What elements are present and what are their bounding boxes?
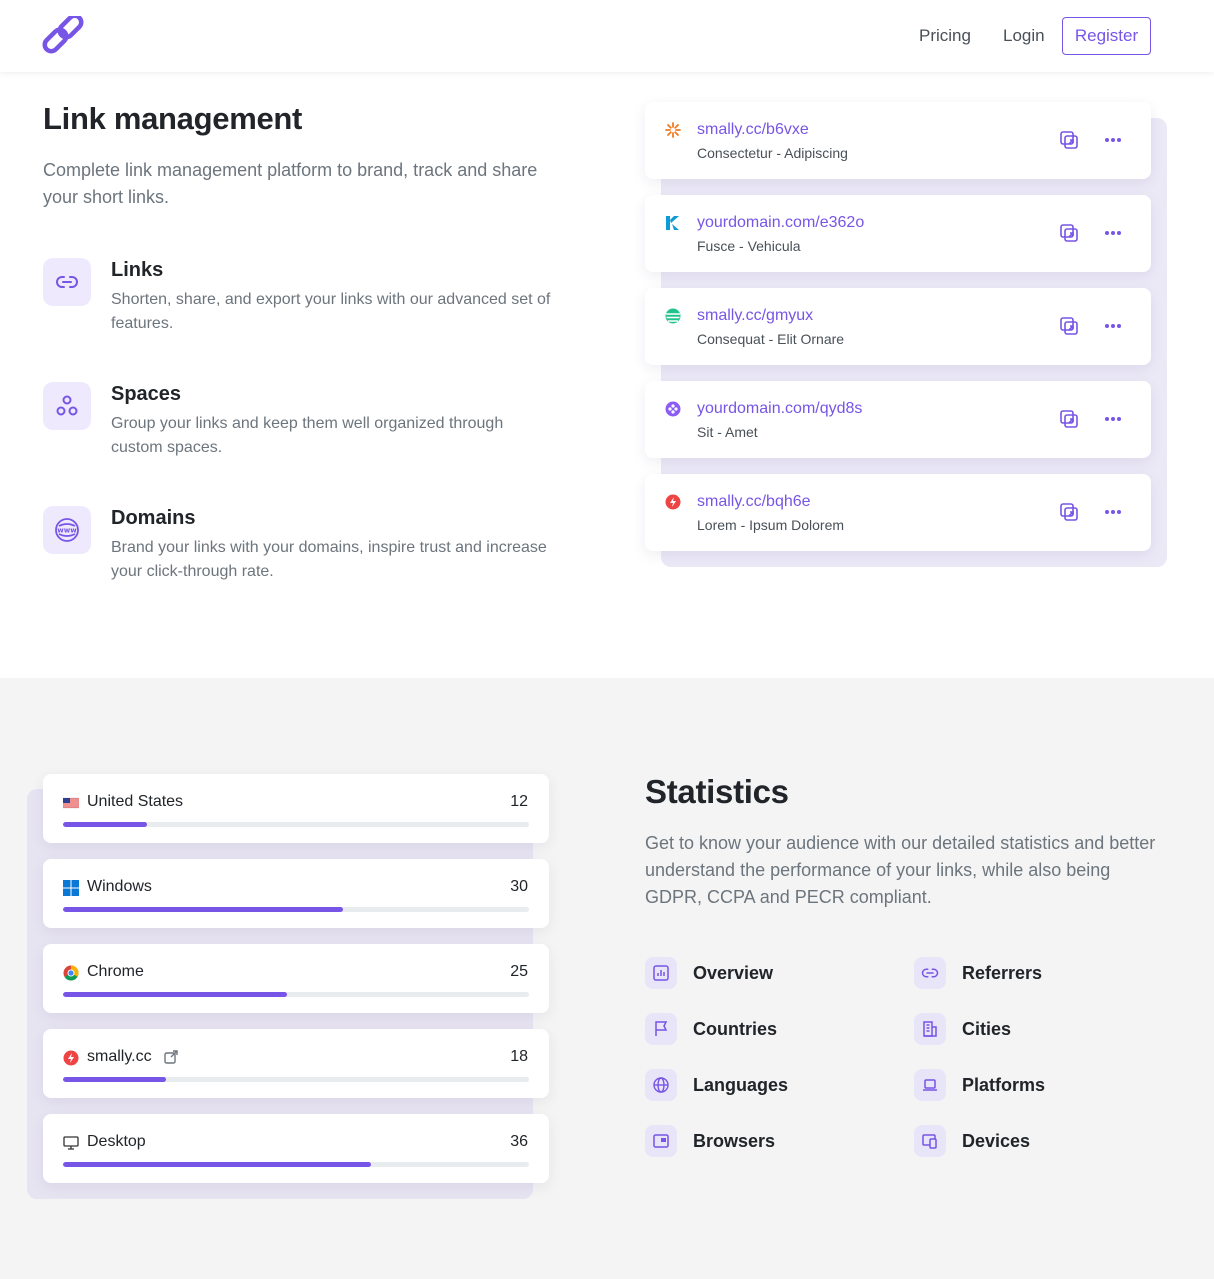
statistics-description: Get to know your audience with our detai…	[645, 833, 1156, 907]
link-subtitle: Fusce - Vehicula	[697, 238, 801, 254]
stat-feature-label: Devices	[962, 1131, 1031, 1151]
stat-feature-label: Browsers	[693, 1131, 776, 1151]
link-icon	[914, 957, 946, 989]
short-link-url[interactable]: smally.cc/gmyux	[697, 307, 813, 325]
stat-name: Chrome	[87, 963, 144, 980]
stat-row-country: United States 12	[43, 774, 549, 843]
www-icon: www	[43, 506, 91, 554]
more-options-icon[interactable]	[1103, 409, 1123, 429]
stat-progress-track	[63, 822, 529, 827]
windows-icon	[63, 880, 79, 896]
stat-value: 30	[510, 878, 528, 895]
link-subtitle: Consequat - Elit Ornare	[697, 331, 845, 347]
stat-feature-label: Overview	[693, 963, 774, 983]
stat-value: 36	[510, 1133, 528, 1150]
link-card[interactable]: smally.cc/gmyux Consequat - Elit Ornare	[645, 288, 1151, 365]
link-management-title: Link management	[43, 101, 303, 136]
copy-icon[interactable]	[1059, 502, 1079, 522]
link-card[interactable]: smally.cc/bqh6e Lorem - Ipsum Dolorem	[645, 474, 1151, 551]
stat-name: Windows	[87, 878, 152, 895]
short-link-url[interactable]: smally.cc/b6vxe	[697, 121, 809, 139]
external-link-icon[interactable]	[164, 1050, 178, 1064]
feature-title: Links	[111, 259, 164, 281]
stat-feature-label: Cities	[962, 1019, 1012, 1039]
feature-text: Group your links and keep them well orga…	[111, 415, 504, 456]
site-header: Pricing Login Register	[0, 0, 1214, 72]
stat-row-browser: Chrome 25	[43, 944, 549, 1013]
stat-progress-track	[63, 992, 529, 997]
more-options-icon[interactable]	[1103, 130, 1123, 150]
stat-name: Desktop	[87, 1133, 146, 1150]
nav-login-link[interactable]: Login	[1003, 26, 1045, 46]
link-card[interactable]: yourdomain.com/qyd8s Sit - Amet	[645, 381, 1151, 458]
stat-progress-track	[63, 1162, 529, 1167]
link-subtitle: Consectetur - Adipiscing	[697, 145, 848, 161]
stat-row-referrer: smally.cc 18	[43, 1029, 549, 1098]
feature-text: Shorten, share, and export your links wi…	[111, 291, 551, 332]
stat-name: smally.cc	[87, 1048, 152, 1065]
desktop-icon	[63, 1135, 79, 1151]
orange-burst-icon	[665, 122, 681, 138]
globe-icon	[645, 1069, 677, 1101]
register-button[interactable]: Register	[1062, 17, 1151, 55]
stat-progress-track	[63, 907, 529, 912]
copy-icon[interactable]	[1059, 316, 1079, 336]
stat-progress-fill	[63, 1077, 166, 1082]
link-subtitle: Lorem - Ipsum Dolorem	[697, 517, 845, 533]
red-bolt-icon	[665, 494, 681, 510]
browser-window-icon	[645, 1125, 677, 1157]
feature-title: Domains	[111, 507, 196, 529]
more-options-icon[interactable]	[1103, 223, 1123, 243]
stat-row-device: Desktop 36	[43, 1114, 549, 1183]
green-sphere-icon	[665, 308, 681, 324]
purple-flower-icon	[665, 401, 681, 417]
stat-row-platform: Windows 30	[43, 859, 549, 928]
us-flag-icon	[62, 795, 80, 811]
building-icon	[914, 1013, 946, 1045]
stat-feature-label: Countries	[693, 1019, 778, 1039]
stat-progress-track	[63, 1077, 529, 1082]
svg-text:www: www	[57, 527, 77, 535]
short-link-url[interactable]: yourdomain.com/qyd8s	[697, 400, 862, 418]
stat-value: 25	[510, 963, 528, 980]
stat-progress-fill	[63, 907, 343, 912]
more-options-icon[interactable]	[1103, 316, 1123, 336]
statistics-title: Statistics	[645, 773, 789, 810]
short-link-url[interactable]: yourdomain.com/e362o	[697, 214, 864, 232]
red-bolt-icon	[63, 1050, 79, 1066]
stat-feature-label: Languages	[693, 1075, 789, 1095]
stat-feature-label: Referrers	[962, 963, 1043, 983]
nav-pricing-link[interactable]: Pricing	[919, 26, 971, 46]
blue-k-logo-icon	[665, 215, 681, 231]
devices-icon	[914, 1125, 946, 1157]
copy-icon[interactable]	[1059, 409, 1079, 429]
feature-title: Spaces	[111, 383, 182, 405]
link-card[interactable]: smally.cc/b6vxe Consectetur - Adipiscing	[645, 102, 1151, 179]
stat-progress-fill	[63, 822, 147, 827]
laptop-icon	[914, 1069, 946, 1101]
link-subtitle: Sit - Amet	[697, 424, 758, 440]
stat-value: 18	[510, 1048, 528, 1065]
more-options-icon[interactable]	[1103, 502, 1123, 522]
copy-icon[interactable]	[1059, 223, 1079, 243]
bar-chart-icon	[645, 957, 677, 989]
stat-value: 12	[510, 793, 528, 810]
link-icon	[43, 258, 91, 306]
link-card[interactable]: yourdomain.com/e362o Fusce - Vehicula	[645, 195, 1151, 272]
stat-progress-fill	[63, 992, 287, 997]
logo-chain-icon[interactable]	[42, 13, 84, 58]
spaces-icon	[43, 382, 91, 430]
link-management-description: Complete link management platform to bra…	[43, 160, 538, 207]
copy-icon[interactable]	[1059, 130, 1079, 150]
feature-text: Brand your links with your domains, insp…	[111, 539, 547, 580]
stat-name: United States	[87, 793, 184, 810]
short-link-url[interactable]: smally.cc/bqh6e	[697, 493, 811, 511]
chrome-icon	[63, 965, 79, 981]
stat-feature-label: Platforms	[962, 1075, 1046, 1095]
stat-progress-fill	[63, 1162, 371, 1167]
flag-icon	[645, 1013, 677, 1045]
